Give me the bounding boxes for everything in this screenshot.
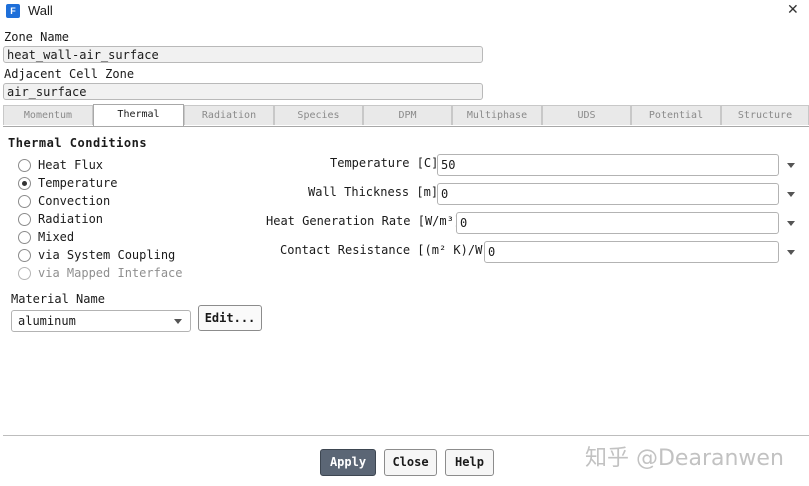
radio-button-disabled <box>18 267 31 280</box>
window-title: Wall <box>28 3 53 18</box>
tab-momentum[interactable]: Momentum <box>3 105 93 125</box>
radio-label: Mixed <box>38 230 75 244</box>
wall-thickness-label: Wall Thickness [m] <box>308 185 439 199</box>
tab-uds[interactable]: UDS <box>542 105 631 125</box>
radio-label: Radiation <box>38 212 104 226</box>
tab-multiphase[interactable]: Multiphase <box>452 105 542 125</box>
tab-strip: Momentum Thermal Radiation Species DPM M… <box>3 104 809 126</box>
apply-button[interactable]: Apply <box>320 449 376 476</box>
close-icon[interactable]: ✕ <box>787 2 799 18</box>
tab-species[interactable]: Species <box>274 105 363 125</box>
bottom-divider <box>3 435 809 436</box>
radio-button[interactable] <box>18 159 31 172</box>
heat-generation-rate-input[interactable]: 0 <box>456 212 779 234</box>
material-name-select[interactable]: aluminum <box>11 310 191 332</box>
radio-button[interactable] <box>18 213 31 226</box>
radio-button-checked[interactable] <box>18 177 31 190</box>
wall-thickness-dropdown-icon[interactable] <box>787 192 795 197</box>
heat-generation-rate-label: Heat Generation Rate [W/m³] <box>266 214 462 228</box>
zone-name-label: Zone Name <box>4 30 70 44</box>
tab-potential[interactable]: Potential <box>631 105 721 125</box>
material-name-label: Material Name <box>11 292 105 306</box>
help-button[interactable]: Help <box>445 449 494 476</box>
radio-button[interactable] <box>18 231 31 244</box>
close-button[interactable]: Close <box>384 449 437 476</box>
wall-thickness-input[interactable]: 0 <box>437 183 779 205</box>
radio-label: Heat Flux <box>38 158 104 172</box>
temperature-input[interactable]: 50 <box>437 154 779 176</box>
temperature-profile-dropdown-icon[interactable] <box>787 163 795 168</box>
contact-resistance-input[interactable]: 0 <box>484 241 779 263</box>
edit-material-button[interactable]: Edit... <box>198 305 262 331</box>
adjacent-cell-zone-label: Adjacent Cell Zone <box>4 67 135 81</box>
watermark: 知乎 @Dearanwen <box>585 446 784 471</box>
contact-resistance-label: Contact Resistance [(m² K)/W] <box>280 243 490 257</box>
app-icon: F <box>6 4 20 18</box>
radio-label: Convection <box>38 194 111 208</box>
thermal-conditions-title: Thermal Conditions <box>8 136 148 150</box>
tab-structure[interactable]: Structure <box>721 105 809 125</box>
tab-thermal[interactable]: Thermal <box>93 104 184 126</box>
material-name-value: aluminum <box>18 314 76 328</box>
radio-button[interactable] <box>18 249 31 262</box>
zone-name-field[interactable]: heat_wall-air_surface <box>3 46 483 63</box>
heat-generation-rate-dropdown-icon[interactable] <box>787 221 795 226</box>
tab-divider <box>3 126 809 127</box>
chevron-down-icon <box>174 319 182 324</box>
radio-label: Temperature <box>38 176 118 190</box>
temperature-label: Temperature [C] <box>330 156 439 170</box>
tab-dpm[interactable]: DPM <box>363 105 452 125</box>
adjacent-cell-zone-field: air_surface <box>3 83 483 100</box>
title-bar: F Wall ✕ <box>0 0 809 24</box>
radio-button[interactable] <box>18 195 31 208</box>
radio-label: via System Coupling <box>38 248 176 262</box>
tab-radiation[interactable]: Radiation <box>184 105 274 125</box>
radio-label: via Mapped Interface <box>38 266 183 280</box>
contact-resistance-dropdown-icon[interactable] <box>787 250 795 255</box>
